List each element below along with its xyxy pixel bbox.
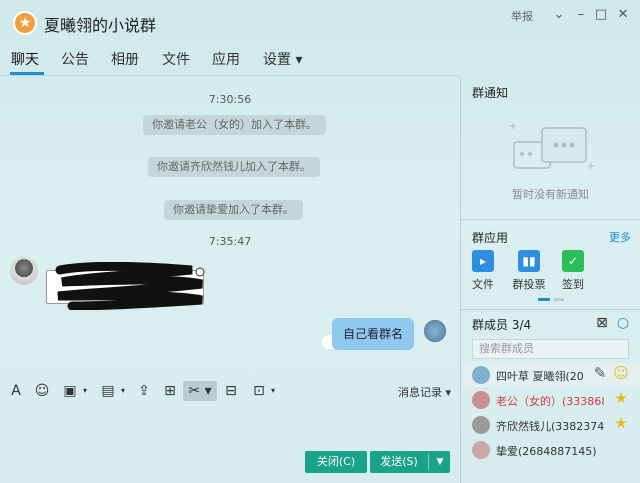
scissors-icon[interactable]: ✂ ▾ [183,381,217,401]
admin-star-icon: ★ [614,389,628,407]
notice-empty-text: 暂时没有新通知 [512,188,589,201]
gift-icon[interactable]: ⊞ [160,381,180,401]
send-separator [428,454,429,470]
send-button[interactable]: 发送(S) ▼ [370,451,450,473]
member-row[interactable]: 挚爱(2684887145) [472,439,632,461]
send-label[interactable]: 发送(S) [370,451,428,473]
system-message: 你邀请挚爱加入了本群。 [164,200,303,220]
chat-window: ★ 夏曦翎的小说群 举报 ⌄ – □ ✕ 聊天 公告 相册 文件 应用 设置 ▾… [0,0,640,483]
close-icon[interactable]: ✕ [614,6,632,24]
input-toolbar: A ☺ ▣ ▾ ▤ ▾ ⇪ ⊞ ✂ ▾ ⊟ ⊡ ▾ 消息记录 ▾ [0,376,460,404]
tabs-divider [0,75,460,76]
system-message: 你邀请老公（女的）加入了本群。 [143,115,326,135]
owner-icon: ☺ [613,364,629,382]
app-vote[interactable]: ▮▮ 群投票 [509,250,549,292]
my-avatar[interactable] [422,318,448,344]
app-label: 文件 [472,278,494,291]
image-icon[interactable]: ▤ [98,381,118,401]
panel-section-divider [461,309,640,310]
sent-message-bubble: 自己看群名 [332,318,414,350]
member-row[interactable]: 老公（女的）(333868200 ★ [472,389,632,411]
edit-icon[interactable]: ✎ [592,365,608,381]
bar-chart-icon: ▮▮ [518,250,540,272]
member-avatar[interactable] [10,257,38,285]
check-icon: ✓ [562,250,584,272]
notice-title: 群通知 [472,86,509,100]
admin-star-icon: ★ [614,414,628,432]
upload-icon[interactable]: ⇪ [134,381,154,401]
report-link[interactable]: 举报 [511,8,533,24]
member-name: 齐欣然钱儿(33823741527 [496,420,604,433]
member-avatar [472,391,490,409]
font-icon[interactable]: A [6,381,26,401]
app-label: 签到 [562,278,584,291]
system-message: 你邀请齐欣然钱儿加入了本群。 [148,157,320,177]
app-label: 群投票 [512,278,546,291]
folder-icon: ▸ [472,250,494,272]
title-bar: ★ 夏曦翎的小说群 举报 ⌄ – □ ✕ [0,0,640,38]
archive-icon[interactable]: ⊟ [221,381,241,401]
redaction-scribble [55,262,205,310]
more-apps-link[interactable]: 更多 [609,229,631,245]
message-history-button[interactable]: 消息记录 ▾ [398,384,451,400]
tab-announcement[interactable]: 公告 [61,49,89,69]
apps-pager[interactable] [538,298,566,301]
send-options-icon[interactable]: ▼ [430,451,450,473]
member-avatar [472,366,490,384]
more-apps-icon[interactable]: ⊡ [249,381,269,401]
chevron-down-icon[interactable]: ▾ [118,381,128,401]
tab-apps[interactable]: 应用 [212,49,240,69]
member-avatar [472,416,490,434]
invite-icon[interactable]: ⊠ [592,313,612,333]
member-name: 老公（女的）(333868200 [496,395,604,408]
tab-files[interactable]: 文件 [162,49,190,69]
group-title: 夏曦翎的小说群 [44,16,157,35]
emoji-icon[interactable]: ☺ [32,381,52,401]
search-icon[interactable]: ○ [613,313,633,333]
member-name: 四叶草 夏曦翎(20 [496,370,584,383]
member-row[interactable]: 齐欣然钱儿(33823741527 ★ [472,414,632,436]
minimize-icon[interactable]: – [572,6,590,24]
app-files[interactable]: ▸ 文件 [463,250,503,292]
tab-settings[interactable]: 设置 ▾ [263,49,302,69]
member-search-input[interactable]: 搜索群成员 [472,339,629,359]
close-button[interactable]: 关闭(C) [305,451,367,473]
tab-album[interactable]: 相册 [111,49,139,69]
group-avatar-icon[interactable]: ★ [13,11,37,35]
members-title: 群成员 3/4 [472,318,532,332]
app-checkin[interactable]: ✓ 签到 [553,250,593,292]
chevron-down-icon[interactable]: ▾ [268,381,278,401]
gif-icon[interactable]: ▣ [60,381,80,401]
panel-divider [460,76,461,483]
member-avatar [472,441,490,459]
apps-title: 群应用 [472,231,509,245]
member-row[interactable]: 四叶草 夏曦翎(20 ✎ ☺ [472,364,632,386]
main-tabs: 聊天 公告 相册 文件 应用 设置 ▾ [0,44,460,76]
maximize-icon[interactable]: □ [592,6,610,24]
member-name: 挚爱(2684887145) [496,445,597,458]
timestamp: 7:30:56 [208,93,252,106]
empty-notice-icon [510,123,594,169]
tab-chat[interactable]: 聊天 [11,49,39,69]
panel-section-divider [461,219,640,220]
chevron-down-icon[interactable]: ⌄ [550,6,568,24]
timestamp: 7:35:47 [208,235,252,248]
chevron-down-icon[interactable]: ▾ [80,381,90,401]
